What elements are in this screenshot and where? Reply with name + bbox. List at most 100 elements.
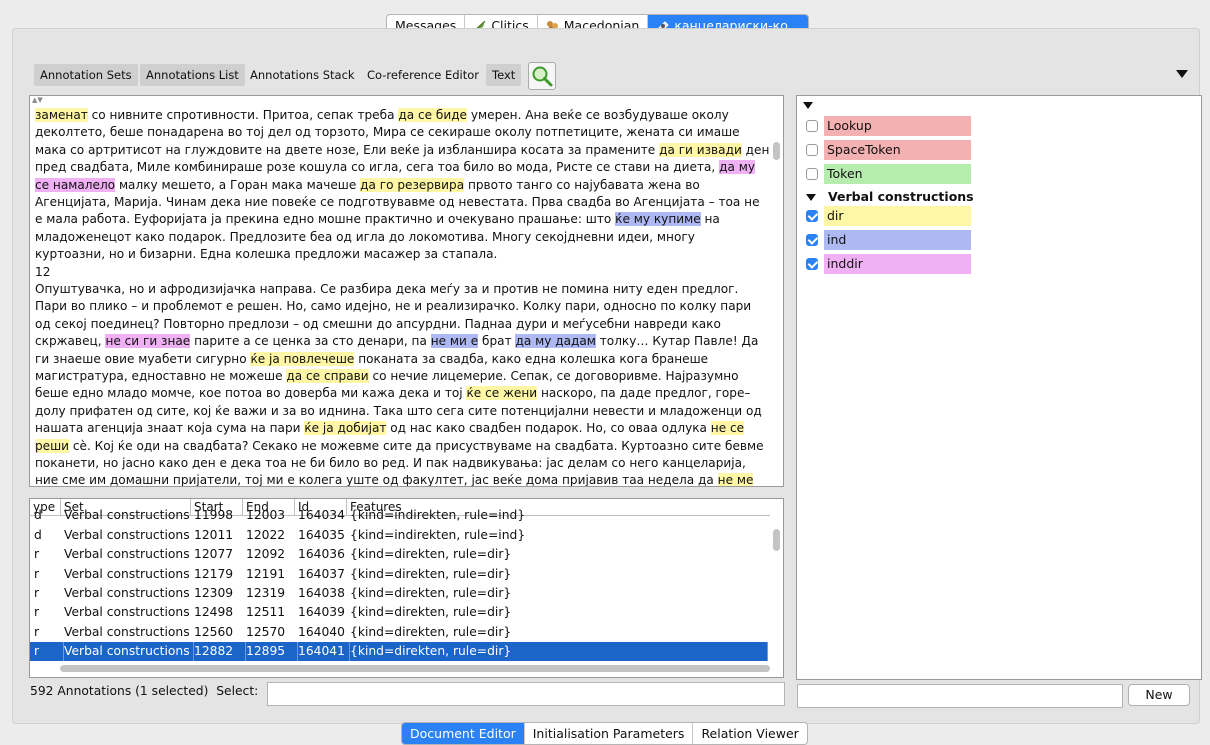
text-line[interactable]: Пари во плико – и проблемот е решен. Но,… [35,297,751,315]
annotation-type-checkbox[interactable] [806,168,818,180]
annotation-dir[interactable]: да ги извади [659,142,742,157]
annotations-stack-button[interactable]: Annotations Stack [244,64,361,86]
text-line[interactable]: заменат со нивните спротивности. Притоа,… [35,106,729,124]
annotation-dir[interactable]: не се [710,421,745,436]
table-row[interactable]: r Verbal constructions 12179 12191 164037 {ki… [30,565,768,584]
search-button[interactable] [528,62,556,90]
text-line[interactable]: беше едно младо момче, кое потоа во дове… [35,384,750,402]
cell-set: Verbal constructions [64,605,190,620]
table-row[interactable]: r Verbal constructions 12498 12511 164039 {ki… [30,603,768,622]
cell-type: r [34,605,40,620]
text-button[interactable]: Text [486,64,522,86]
annotation-inddir[interactable]: се намалело [35,177,116,192]
table-row[interactable]: d Verbal constructions 12011 12022 164035 {ki… [30,526,768,545]
annotation-inddir[interactable]: да му [719,160,756,175]
options-menu-icon[interactable] [1176,70,1188,78]
table-row[interactable]: r Verbal constructions 12882 12895 164041 {ki… [30,641,768,661]
coreference-editor-button[interactable]: Co-reference Editor [361,64,485,86]
annotation-ind[interactable]: да му дадам [515,334,596,349]
annotation-sets-button[interactable]: Annotation Sets [34,64,138,86]
annotation-type-checkbox[interactable] [806,144,818,156]
text-line[interactable]: деколтето, беше понадарена во тој дел од… [35,123,740,141]
cell-id: 164040 [298,624,345,639]
annotation-type-label[interactable]: dir [824,206,971,226]
text-line[interactable]: нашата агенција знаат која сума на пари … [35,419,745,437]
text-line[interactable]: мака со артритисот на глуждовите на двет… [35,141,769,159]
table-row[interactable]: r Verbal constructions 12560 12570 164040 {ki… [30,623,768,642]
annotation-dir[interactable]: реши [35,438,70,453]
annotation-type-label[interactable]: ind [824,230,971,250]
text-line[interactable]: 12 [35,263,50,281]
table-row[interactable]: r Verbal constructions 12077 12092 164036 {ki… [30,545,768,564]
annotation-ind[interactable]: ќе му купиме [615,212,701,227]
cell-id: 164037 [298,566,345,581]
document-text-pane[interactable]: ▲▼ заменат со нивните спротивности. Прит… [29,95,784,487]
text-line[interactable]: е мала работа. Еуфоријата ја прекина едн… [35,210,720,228]
text-line[interactable]: реши сè. Кој ќе оди на свадбата? Секако … [35,437,764,455]
annotation-dir[interactable]: заменат [35,108,88,122]
annotation-type-label[interactable]: inddir [824,254,971,274]
text-scrollbar[interactable] [773,142,780,160]
default-set-toggle-icon[interactable] [803,102,813,109]
annotation-dir[interactable]: не ме [717,473,754,486]
cell-id: 164038 [298,585,345,600]
table-horizontal-scrollbar[interactable] [60,665,770,672]
cell-id: 164039 [298,605,345,620]
text-line[interactable]: магистратура, едноставно не можеше да се… [35,367,739,385]
new-set-input[interactable] [797,684,1123,708]
text-segment: првото танго со најубавата жена во [464,177,700,192]
text-line[interactable]: скржавец, не си ги знае парите а се ценк… [35,332,758,350]
text-line[interactable]: Агенцијата, Марија. Чинам дека ние повеќ… [35,193,760,211]
annotation-type-checkbox[interactable] [806,258,818,270]
text-line[interactable]: поканети, но јасно како ден е дека тоа н… [35,454,746,472]
cell-features: {kind=direkten, rule=dir} [350,605,512,620]
text-line[interactable]: од секој поединец? Повторно предлози – о… [35,315,721,333]
text-line[interactable]: Опуштувачка, но и афродизијачка направа.… [35,280,738,298]
text-line[interactable]: долу прифатен од сите, кој ќе важи и за … [35,402,762,420]
tab-initialisation-parameters[interactable]: Initialisation Parameters [525,723,694,744]
annotation-dir[interactable]: ќе ја повлечеше [250,351,355,366]
cell-id: 164036 [298,547,345,562]
annotation-dir[interactable]: да го резервира [360,177,465,192]
cell-type: d [34,528,42,542]
annotation-dir[interactable]: да се справи [286,369,369,383]
text-line[interactable]: ние сме им домашни пријатели, тој ми е к… [35,471,754,486]
annotation-type-label[interactable]: SpaceToken [824,140,971,160]
text-line[interactable]: младоженецот како подарок. Предлозите бе… [35,228,695,246]
tab-relation-viewer[interactable]: Relation Viewer [693,723,806,744]
annotation-type-label[interactable]: Lookup [824,116,971,136]
text-line[interactable]: ги знаеше овие муабети сигурно ќе ја пов… [35,350,708,368]
table-row[interactable]: d Verbal constructions 11998 12003 164034 {ki… [30,506,768,525]
cell-end: 12319 [246,585,286,600]
annotation-type-checkbox[interactable] [806,120,818,132]
text-segment: Агенцијата, Марија. Чинам дека ние повеќ… [35,195,760,209]
collapse-arrows-icon[interactable]: ▲▼ [32,97,43,104]
select-filter-input[interactable] [267,682,785,706]
new-set-button[interactable]: New [1128,684,1190,706]
annotation-dir[interactable]: ќе ја добијат [304,421,387,436]
table-row[interactable]: r Verbal constructions 12309 12319 164038 {ki… [30,584,768,603]
verbal-constructions-toggle-icon[interactable] [806,194,816,201]
text-line[interactable]: се намалело малку мешето, а Горан мака м… [35,176,700,194]
text-segment: куртоазни, но и бизарни. Една колешка пр… [35,247,498,262]
annotation-dir[interactable]: ќе се жени [466,386,538,401]
text-line[interactable]: пред свадбата, Миле комбинираше розе кош… [35,158,756,176]
annotation-type-label[interactable]: Token [824,164,971,184]
cell-type: d [34,508,42,522]
annotation-ind[interactable]: не ми е [430,334,479,349]
table-scrollbar[interactable] [773,529,780,551]
status-bar: 592 Annotations (1 selected) Select: [30,684,258,698]
annotation-inddir[interactable]: не си ги знае [105,334,191,349]
text-segment: толку… Кутар Павле! Да [595,334,759,349]
cell-start: 12179 [194,566,234,581]
select-label: Select: [216,684,259,698]
tab-document-editor[interactable]: Document Editor [402,723,525,744]
text-line[interactable]: куртоазни, но и бизарни. Една колешка пр… [35,245,497,263]
annotation-type-checkbox[interactable] [806,210,818,222]
cell-features: {kind=direkten, rule=dir} [350,641,768,661]
annotations-table[interactable]: ▲▼ ype Set Start End Id Features dVerbal… [29,498,784,678]
annotation-dir[interactable]: да се биде [398,108,467,122]
annotations-list-button[interactable]: Annotations List [140,64,245,86]
annotation-type-checkbox[interactable] [806,234,818,246]
text-segment: поканата за свадба, како една колешка ко… [354,351,709,366]
